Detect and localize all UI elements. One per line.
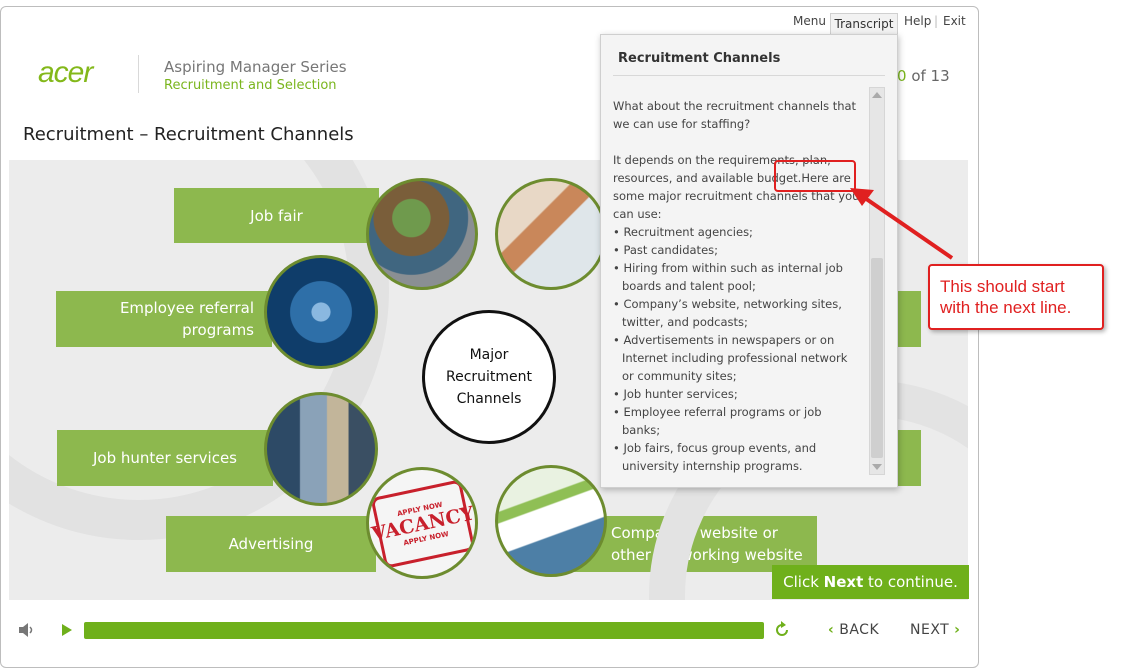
job-hunter-photo	[264, 392, 378, 506]
list-item: • Past candidates;	[613, 243, 719, 257]
series-title: Aspiring Manager Series	[164, 58, 347, 76]
replay-icon[interactable]	[773, 621, 791, 639]
help-link[interactable]: Help	[904, 14, 931, 28]
annotation-arrow-icon	[850, 188, 954, 260]
annotation-callout: This should start with the next line.	[928, 264, 1104, 330]
list-item: • Advertisements in newspapers or on Int…	[613, 333, 848, 383]
list-item: • Job hunter services;	[613, 387, 738, 401]
annotation-text-line1: This should start	[940, 277, 1065, 296]
page-title: Recruitment – Recruitment Channels	[23, 124, 354, 145]
channel-employee-referral-bar[interactable]: Employee referral programs	[56, 291, 272, 347]
acer-logo: acer	[38, 56, 93, 89]
major-recruitment-channels-hub: Major Recruitment Channels	[422, 310, 556, 444]
volume-icon[interactable]	[17, 622, 35, 638]
menu-link[interactable]: Menu	[793, 14, 826, 28]
channel-label: Company’s website or other networking web…	[611, 524, 803, 564]
chevron-right-icon: ›	[954, 622, 961, 638]
job-fair-photo	[366, 178, 478, 290]
vacancy-stamp-photo: APPLY NOW VACANCY APPLY NOW	[366, 467, 478, 579]
hub-label: Major Recruitment Channels	[445, 347, 533, 407]
transcript-body: What about the recruitment channels that…	[613, 97, 861, 475]
scroll-up-arrow-icon[interactable]	[872, 92, 882, 98]
list-item: • Job fairs, focus group events, and uni…	[613, 441, 817, 473]
chevron-left-icon: ‹	[828, 622, 835, 638]
exit-link[interactable]: Exit	[943, 14, 966, 28]
transcript-channel-list: • Recruitment agencies; • Past candidate…	[613, 223, 861, 475]
page-current: 0	[897, 67, 907, 85]
page-total: of 13	[911, 67, 950, 85]
interview-photo	[495, 178, 607, 290]
scroll-down-arrow-icon[interactable]	[872, 464, 882, 470]
progress-bar[interactable]	[84, 622, 764, 639]
play-icon[interactable]	[60, 622, 74, 638]
transcript-title: Recruitment Channels	[618, 51, 781, 66]
course-title: Recruitment and Selection	[164, 78, 337, 93]
scroll-thumb[interactable]	[871, 258, 883, 458]
page-counter: 0 of 13	[897, 67, 950, 85]
click-next-prompt: Click Next to continue.	[772, 565, 969, 599]
back-button[interactable]: ‹ BACK	[828, 622, 879, 638]
transcript-divider	[613, 75, 885, 76]
channel-job-fair-bar[interactable]: Job fair	[174, 188, 379, 243]
channel-label: Job hunter services	[92, 449, 237, 467]
topnav-separator: |	[934, 14, 939, 28]
transcript-question: What about the recruitment channels that…	[613, 99, 857, 131]
next-button[interactable]: NEXT ›	[910, 622, 960, 638]
annotation-text-line2: with the next line.	[940, 298, 1072, 317]
list-item: • Hiring from within such as internal jo…	[613, 261, 843, 293]
channel-label: Employee referral programs	[119, 299, 254, 339]
transcript-scrollbar[interactable]	[869, 87, 885, 475]
channel-advertising-bar[interactable]: Advertising	[166, 516, 376, 572]
list-item: • Employee referral programs or job bank…	[613, 405, 822, 437]
list-item: • Recruitment agencies;	[613, 225, 753, 239]
transcript-tab[interactable]: Transcript	[830, 13, 898, 36]
channel-label: Job fair	[250, 206, 303, 225]
website-photo	[495, 465, 607, 577]
channel-job-hunter-bar[interactable]: Job hunter services	[57, 430, 273, 486]
logo-divider	[138, 55, 139, 93]
network-globe-photo	[264, 255, 378, 369]
player-controls: ‹ BACK NEXT ›	[0, 612, 977, 648]
channel-label: Advertising	[228, 535, 314, 553]
list-item: • Company’s website, networking sites, t…	[613, 297, 842, 329]
